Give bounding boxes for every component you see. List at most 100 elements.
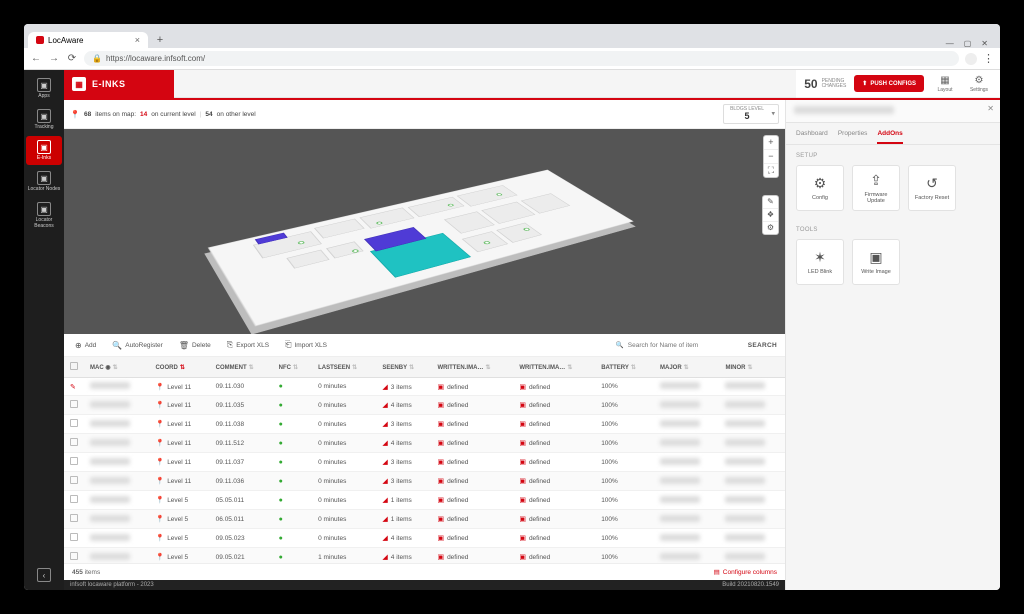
push-configs-button[interactable]: ⬆ PUSH CONFIGS	[854, 75, 924, 92]
major-value	[660, 534, 700, 541]
col-major[interactable]: MAJOR⇅	[654, 357, 719, 378]
col-comment[interactable]: COMMENT⇅	[210, 357, 273, 378]
row-checkbox[interactable]	[70, 438, 78, 446]
rail-item-e-inks[interactable]: ▣E-Inks	[26, 136, 62, 165]
close-panel-icon[interactable]: ✕	[981, 100, 1000, 122]
col-lastseen[interactable]: LASTSEEN⇅	[312, 357, 376, 378]
write-image-icon: ▣	[869, 249, 882, 266]
image-icon: ▣	[519, 402, 526, 409]
seenby-icon: ◢	[382, 516, 387, 523]
tab-properties[interactable]: Properties	[838, 127, 868, 144]
table-row[interactable]: ✎ 📍Level 11 09.11.030 ● 0 minutes ◢3 ite…	[64, 378, 785, 396]
new-tab-button[interactable]: +	[152, 32, 168, 48]
add-button[interactable]: ⊕Add	[72, 339, 99, 352]
export-xls-button[interactable]: ⎘Export XLS	[224, 338, 272, 352]
col-battery[interactable]: BATTERY⇅	[595, 357, 654, 378]
col-seenby[interactable]: SEENBY⇅	[376, 357, 431, 378]
url-text: https://locaware.infsoft.com/	[106, 54, 205, 63]
reload-icon[interactable]: ⟳	[66, 53, 78, 64]
status-dot-icon: ●	[279, 421, 283, 428]
row-checkbox[interactable]	[70, 400, 78, 408]
rail-item-locator-nodes[interactable]: ▣Locator Nodes	[26, 167, 62, 196]
row-checkbox[interactable]	[70, 476, 78, 484]
url-field[interactable]: 🔒 https://locaware.infsoft.com/	[84, 51, 959, 66]
col-mac[interactable]: MAC ◉⇅	[84, 357, 149, 378]
setup-card-config[interactable]: ⚙Config	[796, 165, 844, 211]
map-3d-view[interactable]: + − ⛶ ✎ ❖ ⚙	[64, 129, 785, 334]
status-dot-icon: ●	[279, 402, 283, 409]
row-checkbox[interactable]	[70, 552, 78, 560]
col-minor[interactable]: MINOR⇅	[719, 357, 785, 378]
table-row[interactable]: 📍Level 11 09.11.038 ● 0 minutes ◢3 items…	[64, 415, 785, 434]
search-input[interactable]	[628, 342, 738, 349]
table-row[interactable]: 📍Level 5 05.05.011 ● 0 minutes ◢1 items …	[64, 491, 785, 510]
table-row[interactable]: 📍Level 11 09.11.035 ● 0 minutes ◢4 items…	[64, 396, 785, 415]
import-xls-button[interactable]: ⎗Import XLS	[282, 338, 330, 352]
row-checkbox[interactable]	[70, 495, 78, 503]
forward-icon[interactable]: →	[48, 53, 60, 64]
table-row[interactable]: 📍Level 5 09.05.023 ● 0 minutes ◢4 items …	[64, 529, 785, 548]
search-button[interactable]: SEARCH	[748, 342, 777, 349]
image-icon: ▣	[519, 497, 526, 504]
compass-icon[interactable]: ❖	[763, 209, 778, 222]
rail-item-tracking[interactable]: ▣Tracking	[26, 105, 62, 134]
autoregister-button[interactable]: 🔍AutoRegister	[109, 339, 166, 352]
table-row[interactable]: 📍Level 5 09.05.021 ● 1 minutes ◢4 items …	[64, 548, 785, 564]
close-window-icon[interactable]: ✕	[981, 39, 988, 48]
zoom-out-button[interactable]: −	[764, 150, 778, 164]
close-icon[interactable]: ×	[135, 35, 140, 45]
table-row[interactable]: 📍Level 11 09.11.512 ● 0 minutes ◢4 items…	[64, 434, 785, 453]
profile-icon[interactable]	[965, 53, 977, 65]
edit-icon[interactable]: ✎	[763, 196, 778, 209]
minor-value	[725, 420, 765, 427]
tools-title: TOOLS	[796, 227, 990, 233]
setup-card-firmware-update[interactable]: ⇪Firmware Update	[852, 165, 900, 211]
zoom-in-button[interactable]: +	[764, 136, 778, 150]
tab-dashboard[interactable]: Dashboard	[796, 127, 828, 144]
tools-card-led-blink[interactable]: ✶LED Blink	[796, 239, 844, 285]
trash-icon: 🗑	[179, 341, 189, 350]
table-row[interactable]: 📍Level 11 09.11.037 ● 0 minutes ◢3 items…	[64, 453, 785, 472]
image-icon: ▣	[437, 421, 444, 428]
level-selector[interactable]: BLDGS LEVEL 5	[723, 104, 779, 124]
browser-tab[interactable]: LocAware ×	[28, 32, 148, 48]
table-row[interactable]: 📍Level 5 06.05.011 ● 0 minutes ◢1 items …	[64, 510, 785, 529]
col-written1[interactable]: WRITTEN.IMA…⇅	[431, 357, 513, 378]
import-icon: ⎗	[285, 340, 291, 350]
row-checkbox[interactable]	[70, 514, 78, 522]
col-coord[interactable]: COORD⇅	[149, 357, 209, 378]
rail-item-apps[interactable]: ▣Apps	[26, 74, 62, 103]
tools-card-write-image[interactable]: ▣Write Image	[852, 239, 900, 285]
major-value	[660, 496, 700, 503]
pin-icon: 📍	[155, 554, 164, 561]
zoom-fit-button[interactable]: ⛶	[764, 164, 778, 177]
settings-button[interactable]: ⚙ Settings	[966, 75, 992, 93]
back-icon[interactable]: ←	[30, 53, 42, 64]
rail-item-locator-beacons[interactable]: ▣Locator Beacons	[26, 198, 62, 233]
delete-button[interactable]: 🗑Delete	[176, 339, 214, 352]
row-checkbox[interactable]	[70, 419, 78, 427]
table-row[interactable]: 📍Level 11 09.11.036 ● 0 minutes ◢3 items…	[64, 472, 785, 491]
setup-card-factory-reset[interactable]: ↺Factory Reset	[908, 165, 956, 211]
rail-collapse[interactable]: ‹	[26, 564, 62, 586]
tab-addons[interactable]: AddOns	[877, 127, 902, 144]
maximize-icon[interactable]: ▢	[964, 39, 972, 48]
select-all-checkbox[interactable]	[70, 362, 78, 370]
data-table: MAC ◉⇅ COORD⇅ COMMENT⇅ NFC⇅ LASTSEEN⇅ SE…	[64, 357, 785, 563]
row-checkbox[interactable]	[70, 457, 78, 465]
image-icon: ▣	[437, 497, 444, 504]
row-checkbox[interactable]	[70, 533, 78, 541]
gear-icon[interactable]: ⚙	[763, 222, 778, 234]
seenby-icon: ◢	[382, 497, 387, 504]
configure-columns-button[interactable]: ▤ Configure columns	[714, 568, 777, 576]
layout-button[interactable]: ▦ Layout	[932, 75, 958, 93]
col-nfc[interactable]: NFC⇅	[273, 357, 313, 378]
pin-icon: 📍	[155, 535, 164, 542]
chevron-icon: ‹	[37, 568, 51, 582]
col-written2[interactable]: WRITTEN.IMA…⇅	[513, 357, 595, 378]
edit-icon[interactable]: ✎	[70, 384, 76, 391]
minimize-icon[interactable]: —	[946, 39, 954, 48]
menu-icon[interactable]: ⋮	[983, 52, 994, 65]
major-value	[660, 553, 700, 560]
minor-value	[725, 477, 765, 484]
